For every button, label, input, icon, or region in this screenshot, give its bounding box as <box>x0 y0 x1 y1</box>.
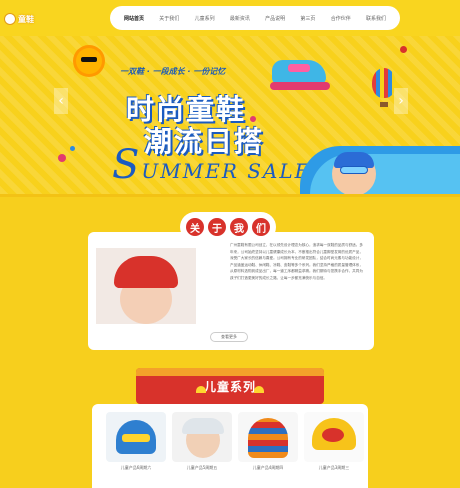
nav-item-home[interactable]: 网站首页 <box>124 15 144 22</box>
series-banner-top <box>136 368 324 376</box>
product-caption: 儿童产品4周期四 <box>252 465 284 470</box>
product-caption: 儿童产品5周期五 <box>186 465 218 470</box>
banner-next-arrow[interactable]: › <box>394 88 408 114</box>
product-caption: 儿童产品6周期六 <box>120 465 152 470</box>
about-title-char: 于 <box>208 218 226 236</box>
product-card[interactable]: 儿童产品5周期五 <box>172 412 232 482</box>
product-image <box>304 412 364 462</box>
balloon-basket <box>380 102 388 107</box>
site-header: 童鞋 网站首页 关于我们 儿童系列 最新资讯 产品说明 第三页 合作伙伴 联系我… <box>0 0 460 36</box>
decor-dot <box>58 154 66 162</box>
summer-sale-rest: UMMER SALE <box>141 159 312 183</box>
banner-prev-arrow[interactable]: ‹ <box>54 88 68 114</box>
nav-item-contact[interactable]: 联系我们 <box>366 15 386 22</box>
hat-icon <box>254 386 264 393</box>
product-card[interactable]: 儿童产品3周期三 <box>304 412 364 482</box>
product-image <box>106 412 166 462</box>
product-card[interactable]: 儿童产品4周期四 <box>238 412 298 482</box>
summer-sale-text: SUMMER SALE <box>112 142 311 188</box>
product-image <box>172 412 232 462</box>
product-card[interactable]: 儿童产品6周期六 <box>106 412 166 482</box>
product-caption: 儿童产品3周期三 <box>318 465 350 470</box>
section-divider <box>0 194 460 197</box>
product-grid: 儿童产品6周期六 儿童产品5周期五 儿童产品4周期四 儿童产品3周期三 <box>92 404 368 488</box>
about-description: 广州童鞋有限公司创立，在以领先设计理念为核心，追求每一双鞋的品质与舒适。多年来，… <box>230 243 363 280</box>
about-title: 关 于 我 们 <box>180 212 276 242</box>
sneaker-image <box>268 54 332 96</box>
nav-item-about[interactable]: 关于我们 <box>159 15 179 22</box>
about-title-char: 们 <box>252 218 270 236</box>
nav-item-kids-series[interactable]: 儿童系列 <box>195 15 215 22</box>
site-logo[interactable]: 童鞋 <box>4 10 44 28</box>
nav-item-product-info[interactable]: 产品说明 <box>265 15 285 22</box>
more-button[interactable]: 查看更多 <box>210 332 248 342</box>
sun-icon <box>76 48 102 74</box>
hero-banner: 一双鞋 · 一段成长 · 一份记忆 时尚童鞋 潮流日搭 SUMMER SALE … <box>0 36 460 194</box>
about-title-char: 关 <box>186 218 204 236</box>
decor-dot <box>250 116 256 122</box>
about-title-char: 我 <box>230 218 248 236</box>
banner-slogan: 一双鞋 · 一段成长 · 一份记忆 <box>120 67 226 76</box>
baby-photo <box>96 248 196 324</box>
swimming-kid-image <box>332 152 376 194</box>
series-title: 儿童系列 <box>203 380 256 394</box>
series-banner: 儿童系列 <box>136 368 324 404</box>
about-card: 广州童鞋有限公司创立，在以领先设计理念为核心，追求每一双鞋的品质与舒适。多年来，… <box>88 232 374 350</box>
bear-logo-icon <box>4 13 16 25</box>
main-nav: 网站首页 关于我们 儿童系列 最新资讯 产品说明 第三页 合作伙伴 联系我们 <box>110 6 400 30</box>
decor-dot <box>70 146 75 151</box>
nav-item-page-three[interactable]: 第三页 <box>300 15 315 22</box>
hat-icon <box>196 386 206 393</box>
nav-item-news[interactable]: 最新资讯 <box>230 15 250 22</box>
logo-text: 童鞋 <box>18 14 34 24</box>
hot-air-balloon-icon <box>372 68 396 98</box>
nav-item-partners[interactable]: 合作伙伴 <box>331 15 351 22</box>
decor-dot <box>400 46 407 53</box>
summer-sale-initial: S <box>112 142 142 188</box>
product-image <box>238 412 298 462</box>
